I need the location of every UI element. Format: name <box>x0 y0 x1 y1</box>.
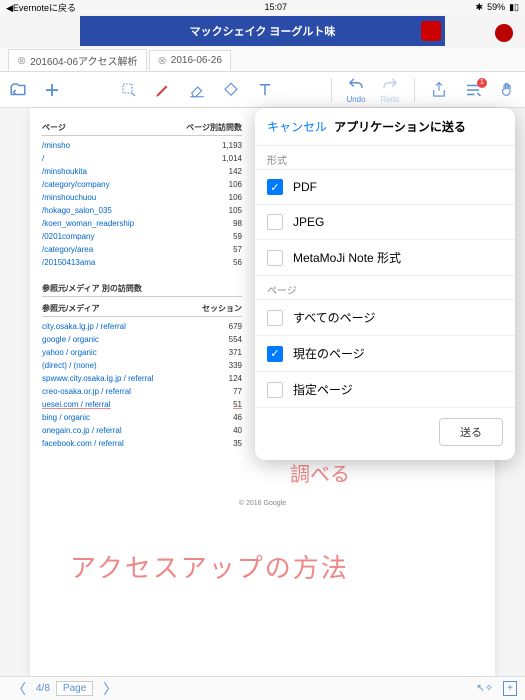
table-row: /hokago_salon_035105 <box>42 204 242 217</box>
format-section-label: 形式 <box>255 146 515 169</box>
mcdonalds-logo <box>421 21 441 41</box>
pen-icon[interactable] <box>153 80 173 100</box>
table-row: onegain.co.jp / referral40 <box>42 424 242 437</box>
table-row: google / organic554 <box>42 333 242 346</box>
option-label: PDF <box>293 180 317 194</box>
add-icon[interactable] <box>42 80 62 100</box>
send-button[interactable]: 送る <box>439 418 503 446</box>
page-option[interactable]: すべてのページ <box>255 300 515 336</box>
checkbox[interactable]: ✓ <box>267 346 283 362</box>
redo-button[interactable]: Redo <box>380 75 400 104</box>
next-page-button[interactable]: 〉 <box>99 679 121 699</box>
bottom-bar: 〈 4/8 Page 〉 ↖✧ + <box>0 676 525 700</box>
handwriting-text: アクセスアップの方法 <box>70 548 349 585</box>
popover-title: アプリケーションに送る <box>327 118 473 135</box>
battery-text: 59% <box>487 2 505 12</box>
table-row: (direct) / (none)339 <box>42 359 242 372</box>
table-row: /minsho1,193 <box>42 139 242 152</box>
lasso-icon[interactable] <box>119 80 139 100</box>
prev-page-button[interactable]: 〈 <box>8 679 30 699</box>
status-bar: ◀Evernoteに戻る 15:07 ✱ 59% ▮▯ <box>0 0 525 14</box>
table-row: yahoo / organic371 <box>42 346 242 359</box>
tab-1[interactable]: ⊗ 2016-06-26 <box>149 50 231 70</box>
copyright: © 2016 Google <box>42 500 483 507</box>
option-label: JPEG <box>293 215 324 229</box>
ad-text: マックシェイク ヨーグルト味 <box>190 23 336 39</box>
format-option[interactable]: MetaMoJi Note 形式 <box>255 240 515 276</box>
table-row: /minshouchuou106 <box>42 191 242 204</box>
checkbox[interactable] <box>267 382 283 398</box>
hand-icon[interactable] <box>497 80 517 100</box>
table-row: uesei.com / referral51 <box>42 398 242 411</box>
format-option[interactable]: ✓ PDF <box>255 170 515 205</box>
option-label: 現在のページ <box>293 345 365 362</box>
checkbox[interactable] <box>267 214 283 230</box>
text-icon[interactable] <box>255 80 275 100</box>
table-row: /category/company106 <box>42 178 242 191</box>
share-icon[interactable] <box>429 80 449 100</box>
table-row: spwww.city.osaka.lg.jp / referral124 <box>42 372 242 385</box>
table-row: /20150413ama56 <box>42 256 242 269</box>
table-row: /category/area57 <box>42 243 242 256</box>
badge: 1 <box>477 78 487 88</box>
table-row: creo-osaka.or.jp / referral77 <box>42 385 242 398</box>
tab-0[interactable]: ⊗ 201604-06アクセス解析 <box>8 49 147 71</box>
table-row: city.osaka.lg.jp / referral679 <box>42 320 242 333</box>
ad-banner[interactable]: マックシェイク ヨーグルト味 <box>80 16 445 46</box>
send-popover: キャンセル アプリケーションに送る 形式 ✓ PDF JPEG MetaMoJi No… <box>255 108 515 460</box>
table-row: /0201company59 <box>42 230 242 243</box>
table-row: bing / organic46 <box>42 411 242 424</box>
col-header: ページ別訪問数 <box>186 122 242 133</box>
checkbox[interactable] <box>267 310 283 326</box>
clock: 15:07 <box>264 2 287 12</box>
info-button[interactable] <box>495 24 513 42</box>
cancel-button[interactable]: キャンセル <box>267 118 327 135</box>
page-option[interactable]: ✓ 現在のページ <box>255 336 515 372</box>
table-row: /koen_woman_readership98 <box>42 217 242 230</box>
page-label[interactable]: Page <box>56 681 93 696</box>
table-row: facebook.com / referral35 <box>42 437 242 450</box>
battery-icon: ▮▯ <box>509 2 519 13</box>
toolbar: Undo Redo 1 <box>0 72 525 108</box>
col-header: セッション <box>202 303 242 314</box>
page-indicator: 4/8 <box>36 683 50 694</box>
tab-label: 201604-06アクセス解析 <box>30 53 137 68</box>
bluetooth-icon: ✱ <box>476 2 484 13</box>
close-icon[interactable]: ⊗ <box>158 54 167 67</box>
page-section-label: ページ <box>255 276 515 299</box>
table-row: /1,014 <box>42 152 242 165</box>
page-option[interactable]: 指定ページ <box>255 372 515 408</box>
option-label: MetaMoJi Note 形式 <box>293 249 401 266</box>
format-option[interactable]: JPEG <box>255 205 515 240</box>
checkbox[interactable] <box>267 250 283 266</box>
undo-button[interactable]: Undo <box>346 75 366 104</box>
tab-label: 2016-06-26 <box>171 55 222 66</box>
pointer-icon[interactable]: ↖✧ <box>476 683 493 694</box>
diamond-icon[interactable] <box>221 80 241 100</box>
table-row: /minshoukita142 <box>42 165 242 178</box>
add-page-icon[interactable]: + <box>503 681 517 696</box>
col-header: ページ <box>42 122 66 133</box>
section-title: 参照元/メディア 別の訪問数 <box>42 283 142 294</box>
eraser-icon[interactable] <box>187 80 207 100</box>
close-icon[interactable]: ⊗ <box>17 54 26 67</box>
tab-bar: ⊗ 201604-06アクセス解析 ⊗ 2016-06-26 <box>0 48 525 72</box>
option-label: すべてのページ <box>293 309 375 326</box>
option-label: 指定ページ <box>293 381 353 398</box>
folder-back-icon[interactable] <box>8 80 28 100</box>
col-header: 参照元/メディア <box>42 303 100 314</box>
checkbox[interactable]: ✓ <box>267 179 283 195</box>
list-icon[interactable]: 1 <box>463 80 483 100</box>
back-to-app[interactable]: ◀Evernoteに戻る <box>6 1 76 14</box>
